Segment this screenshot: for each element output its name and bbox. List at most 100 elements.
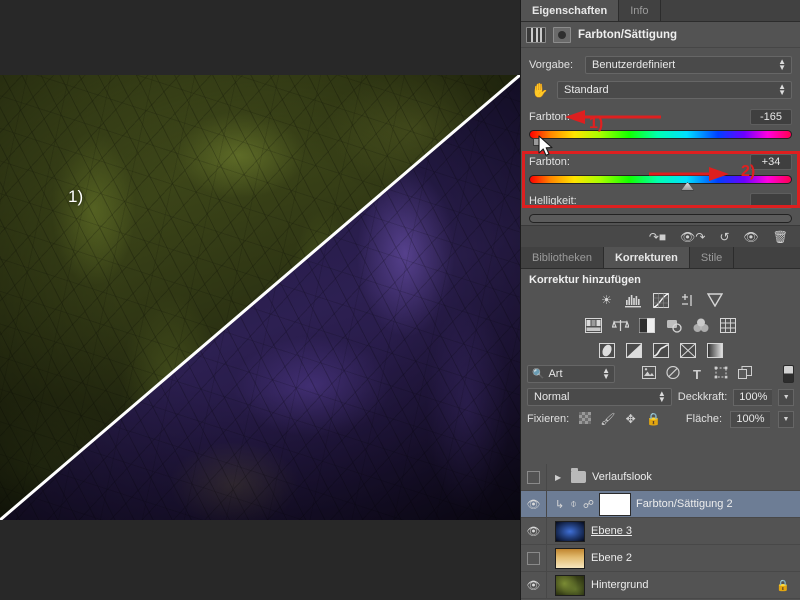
brightness-contrast-icon[interactable]: ☀ xyxy=(597,290,617,310)
opacity-value[interactable]: 100% xyxy=(733,389,772,406)
lightness-slider: Helligkeit: xyxy=(521,191,800,227)
hue-slider-1-thumb[interactable] xyxy=(533,138,542,146)
shape-layer-filter-icon[interactable] xyxy=(709,366,733,382)
tab-stile[interactable]: Stile xyxy=(690,247,734,268)
layer-name[interactable]: Ebene 3 xyxy=(591,525,632,537)
table-row[interactable]: ▶ Verlaufslook xyxy=(521,464,800,491)
gradient-map-icon[interactable] xyxy=(705,340,725,360)
invert-icon[interactable] xyxy=(597,340,617,360)
tab-eigenschaften[interactable]: Eigenschaften xyxy=(521,0,619,21)
layer-visibility-cell[interactable]: 👁 xyxy=(521,491,547,517)
chevron-updown-icon: ▲▼ xyxy=(602,368,610,380)
color-balance-icon[interactable] xyxy=(610,315,630,335)
layer-name[interactable]: Ebene 2 xyxy=(591,552,632,564)
layer-mask-thumbnail[interactable] xyxy=(600,494,630,515)
lock-all-icon[interactable]: 🔒 xyxy=(646,412,661,426)
table-row[interactable]: Ebene 2 xyxy=(521,545,800,572)
table-row[interactable]: 👁 Hintergrund 🔒 xyxy=(521,572,800,599)
blend-mode-row: Normal ▲▼ Deckkraft: 100% ▼ xyxy=(521,386,800,408)
fill-dropdown-arrow[interactable]: ▼ xyxy=(778,411,794,428)
tab-korrekturen[interactable]: Korrekturen xyxy=(604,247,690,268)
tab-info[interactable]: Info xyxy=(619,0,660,21)
adjustments-grid: ☀ xyxy=(521,290,800,360)
layer-name[interactable]: Verlaufslook xyxy=(592,471,652,483)
canvas-area[interactable]: 1) 2) xyxy=(0,0,520,600)
annotation-marker-2: 2) xyxy=(741,163,755,181)
layer-visibility-cell[interactable] xyxy=(521,464,547,490)
adjustments-title: Korrektur hinzufügen xyxy=(521,269,800,290)
tab-bibliotheken-label: Bibliotheken xyxy=(532,252,592,264)
layer-thumbnail[interactable] xyxy=(555,575,585,596)
posterize-icon[interactable] xyxy=(624,340,644,360)
adjustment-layer-filter-icon[interactable] xyxy=(661,366,685,382)
levels-icon[interactable] xyxy=(624,290,644,310)
layer-thumbnail[interactable] xyxy=(555,548,585,569)
lightness-gradient-track xyxy=(529,214,792,223)
curves-icon[interactable] xyxy=(651,290,671,310)
opacity-dropdown-arrow[interactable]: ▼ xyxy=(778,389,794,406)
photoshop-window: 1) 2) Eigenschaften Info Farbton/Sättigu… xyxy=(0,0,800,600)
photo-filter-icon[interactable] xyxy=(664,315,684,335)
layer-filter-value: Art xyxy=(548,368,562,380)
preset-value: Benutzerdefiniert xyxy=(592,59,675,71)
threshold-icon[interactable] xyxy=(651,340,671,360)
hue-slider-1-value[interactable]: -165 xyxy=(750,109,792,125)
layer-name[interactable]: Farbton/Sättigung 2 xyxy=(636,498,733,510)
lock-transparency-icon[interactable] xyxy=(577,412,592,427)
layer-list[interactable]: ▶ Verlaufslook 👁 ↳ ⌽ ☍ Farbton/Sättigu xyxy=(521,464,800,600)
lock-image-icon[interactable]: 🖌 xyxy=(600,412,615,426)
link-mask-icon[interactable]: ☍ xyxy=(583,498,594,511)
lock-row: Fixieren: 🖌 ✥ 🔒 Fläche: 100% ▼ xyxy=(521,408,800,430)
visibility-icon[interactable]: 👁 xyxy=(527,525,541,538)
lock-indicator-icon: 🔒 xyxy=(776,579,790,592)
blend-mode-select[interactable]: Normal ▲▼ xyxy=(527,388,672,406)
tab-eigenschaften-label: Eigenschaften xyxy=(532,5,607,17)
hue-slider-2-value[interactable]: +34 xyxy=(750,154,792,170)
smart-object-filter-icon[interactable] xyxy=(733,366,757,382)
delete-icon[interactable]: 🗑 xyxy=(773,231,788,243)
visibility-off-icon[interactable] xyxy=(527,471,540,484)
preset-select[interactable]: Benutzerdefiniert ▲▼ xyxy=(585,56,792,74)
channel-mixer-icon[interactable] xyxy=(691,315,711,335)
hand-scrub-icon[interactable]: ✋ xyxy=(529,81,551,99)
visibility-icon[interactable]: 👁 xyxy=(527,498,541,511)
layer-filter-select[interactable]: 🔍 Art ▲▼ xyxy=(527,365,615,383)
clip-to-layer-icon[interactable]: ↷■ xyxy=(649,231,666,243)
lock-position-icon[interactable]: ✥ xyxy=(623,412,638,426)
disclosure-triangle-icon[interactable]: ▶ xyxy=(555,473,565,482)
layer-visibility-cell[interactable]: 👁 xyxy=(521,518,547,544)
fill-value[interactable]: 100% xyxy=(730,411,770,428)
exposure-icon[interactable] xyxy=(678,290,698,310)
annotation-marker-1: 1) xyxy=(589,115,603,133)
reset-icon[interactable]: ↺ xyxy=(719,231,729,243)
toggle-previous-state-icon[interactable]: 👁↷ xyxy=(680,231,705,243)
properties-header: Farbton/Sättigung xyxy=(521,22,800,48)
layer-thumbnail[interactable] xyxy=(555,521,585,542)
visibility-off-icon[interactable] xyxy=(527,552,540,565)
layer-body: Ebene 2 xyxy=(547,548,800,569)
black-white-icon[interactable] xyxy=(637,315,657,335)
type-layer-filter-icon[interactable]: T xyxy=(685,367,709,382)
lightness-slider-value[interactable] xyxy=(750,193,792,209)
table-row[interactable]: 👁 ↳ ⌽ ☍ Farbton/Sättigung 2 xyxy=(521,491,800,518)
adjustments-row-1: ☀ xyxy=(529,290,792,310)
layer-visibility-cell[interactable] xyxy=(521,545,547,571)
preset-label: Vorgabe: xyxy=(529,59,585,71)
pixel-layer-filter-icon[interactable] xyxy=(637,366,661,382)
selective-color-icon[interactable] xyxy=(678,340,698,360)
layer-name[interactable]: Hintergrund xyxy=(591,579,648,591)
search-icon: 🔍 xyxy=(532,369,544,380)
tab-bibliotheken[interactable]: Bibliotheken xyxy=(521,247,604,268)
document-image[interactable]: 1) 2) xyxy=(0,75,520,520)
hue-slider-1-track-wrap[interactable] xyxy=(529,127,792,143)
layer-visibility-cell[interactable]: 👁 xyxy=(521,572,547,598)
vibrance-icon[interactable] xyxy=(705,290,725,310)
folder-icon xyxy=(571,471,586,483)
hue-saturation-icon[interactable] xyxy=(583,315,603,335)
visibility-icon[interactable]: 👁 xyxy=(744,231,759,243)
visibility-icon[interactable]: 👁 xyxy=(527,579,541,592)
color-lookup-icon[interactable] xyxy=(718,315,738,335)
table-row[interactable]: 👁 Ebene 3 xyxy=(521,518,800,545)
filter-toggle-switch[interactable] xyxy=(783,365,794,383)
channel-select[interactable]: Standard ▲▼ xyxy=(557,81,792,99)
